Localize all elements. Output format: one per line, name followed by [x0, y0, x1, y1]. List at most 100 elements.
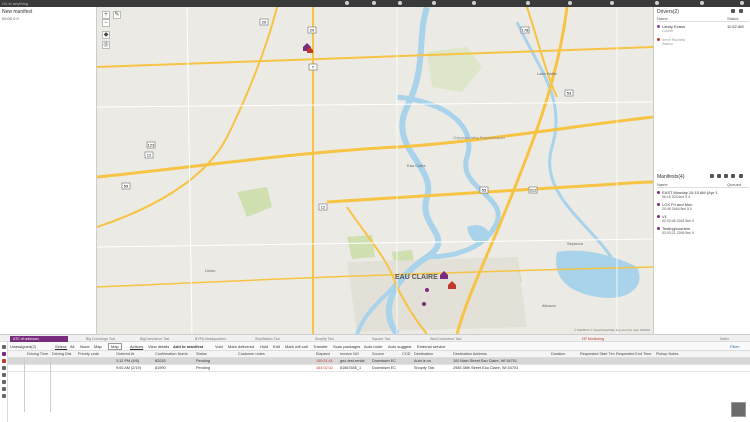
add-to-manifest-button[interactable]: Add to manifest	[173, 343, 203, 350]
manifest-route-icon[interactable]	[724, 174, 728, 178]
void-button[interactable]: Void	[215, 343, 223, 350]
filter-link[interactable]: Filter:	[730, 343, 740, 350]
table-row[interactable]: 2:12 PM (4/5) 82033 Pending 150:21:41 ge…	[0, 358, 750, 365]
col-priority-code[interactable]: Priority code	[78, 352, 99, 357]
new-manifest-panel: New manifest 00:00 0 0	[0, 7, 97, 334]
global-search-input[interactable]: Go to anything	[2, 1, 62, 6]
drivers-menu-icon[interactable]	[739, 9, 743, 13]
select-none-link[interactable]: None	[80, 343, 90, 350]
drivers-col-status: Status	[727, 16, 739, 21]
transfer-button[interactable]: Transfer	[313, 343, 328, 350]
road-shield: 53	[479, 186, 489, 194]
grid-icon[interactable]	[655, 1, 659, 5]
locate-icon[interactable]: ◎	[102, 41, 110, 49]
col-destination[interactable]: Destination	[414, 352, 433, 357]
col-source[interactable]: Source	[372, 352, 384, 357]
manifest-row[interactable]: EAST Monday 10:15 AM (Apr 1 06:16 203.6m…	[657, 190, 749, 199]
col-driving-time[interactable]: Driving Time	[27, 352, 48, 357]
svg-text:59: 59	[124, 184, 129, 189]
svg-text:123: 123	[148, 143, 155, 148]
alert-icon[interactable]	[2, 359, 6, 363]
view-details-button[interactable]: View details	[148, 343, 169, 350]
manifests-col-queued: Queued	[727, 182, 742, 187]
print-icon[interactable]	[2, 373, 6, 377]
expand-icon[interactable]	[610, 1, 614, 5]
mark-will-call-button[interactable]: Mark will call	[285, 343, 308, 350]
column-divider	[50, 358, 51, 412]
road-shield: 12	[318, 203, 328, 211]
user-icon[interactable]	[568, 1, 572, 5]
filter-icon[interactable]	[2, 352, 6, 356]
help-icon[interactable]	[398, 1, 402, 5]
driver-role: Station	[662, 42, 673, 46]
cell-confirmation: 81990	[155, 366, 166, 370]
external-service-button[interactable]: External service	[417, 343, 445, 350]
place-label: Union	[205, 268, 215, 273]
col-destination-address[interactable]: Destination Address	[453, 352, 487, 357]
bell-icon[interactable]	[345, 1, 349, 5]
add-order-icon[interactable]	[2, 345, 6, 349]
zoom-out-button[interactable]: −	[102, 19, 110, 27]
select-all-link[interactable]: All	[70, 343, 74, 350]
auto-route-button[interactable]: Auto route	[364, 343, 382, 350]
cell-ordered-at: 2:12 PM (4/5)	[116, 359, 140, 363]
apps-icon[interactable]	[432, 1, 436, 5]
draw-icon[interactable]: ✎	[113, 11, 121, 19]
settings-icon[interactable]	[472, 1, 476, 5]
export-icon[interactable]	[2, 380, 6, 384]
auto-suggest-button[interactable]: Auto suggest	[388, 343, 411, 350]
notifications-icon[interactable]	[526, 1, 530, 5]
manifest-row[interactable]: V1 02:03:45 2263.5mi 0	[657, 214, 749, 223]
route-map[interactable]: 29 178 123 53 53 12 12 59 312 T 29 Lake …	[97, 7, 653, 334]
cell-address: 100 Main Street Eau Claire, WI 54701	[453, 359, 517, 363]
manifest-add-icon[interactable]	[731, 174, 735, 178]
manifest-detail: 20:46 2464.5mi 5 0	[662, 207, 692, 211]
manifest-map-icon[interactable]	[717, 174, 721, 178]
place-label: Eau Claire	[407, 163, 426, 168]
clock-icon[interactable]	[2, 387, 6, 391]
col-pickup-notes[interactable]: Pickup Notes	[656, 352, 678, 357]
driver-row[interactable]: Landy Evans 11:52 AM Courier	[657, 24, 749, 33]
col-duration[interactable]: Duration	[551, 352, 565, 357]
table-row[interactable]: 9:00 AM (2/19) 81990 Pending 164:02:02 8…	[0, 365, 750, 372]
col-requested-end[interactable]: Requested End Time	[616, 352, 651, 357]
manifest-row[interactable]: LOX Fri and Mon 20:46 2464.5mi 5 0	[657, 202, 749, 211]
col-requested-start[interactable]: Requested Start Tim	[580, 352, 615, 357]
chat-icon[interactable]	[372, 1, 376, 5]
col-elapsed[interactable]: Elapsed	[316, 352, 330, 357]
cell-invoice: geo-test-rental	[340, 359, 365, 363]
map-toggle[interactable]: Map	[108, 343, 122, 350]
manifest-dot	[657, 215, 660, 219]
driver-row[interactable]: Kevin Racinels Station	[657, 37, 749, 46]
col-status[interactable]: Status	[196, 352, 207, 357]
road-shield: 29	[259, 18, 269, 26]
manifest-row[interactable]: Testing/couriers 02:03:21 2269.5mi 0	[657, 226, 749, 235]
drivers-col-name: Name	[657, 16, 668, 21]
refresh-icon[interactable]	[2, 366, 6, 370]
scan-packages-button[interactable]: Scan packages	[333, 343, 360, 350]
account-icon[interactable]	[740, 1, 744, 5]
edit-button[interactable]: Edit	[273, 343, 280, 350]
manifest-dot	[657, 191, 660, 195]
col-customer-notes[interactable]: Customer notes	[238, 352, 265, 357]
road-shield: 12	[144, 151, 154, 159]
map-canvas[interactable]: 29 178 123 53 53 12 12 59 312 T 29 Lake …	[97, 7, 653, 334]
col-confirmation[interactable]: Confirmation Numb	[155, 352, 188, 357]
mark-delivered-button[interactable]: Mark delivered	[228, 343, 254, 350]
col-driving-dist[interactable]: Driving Dist	[52, 352, 71, 357]
logout-icon[interactable]	[700, 1, 704, 5]
cell-source: Downtown EC	[372, 366, 397, 370]
select-map-link[interactable]: Map	[94, 343, 102, 350]
map-marker-cluster[interactable]	[303, 43, 313, 53]
col-ordered-at[interactable]: Ordered At	[116, 352, 134, 357]
hold-button[interactable]: Hold	[260, 343, 268, 350]
col-invoice-no[interactable]: Invoice NO	[340, 352, 359, 357]
road-shield: 29	[307, 26, 317, 34]
drivers-map-icon[interactable]	[731, 9, 735, 13]
manifest-print-icon[interactable]	[710, 174, 714, 178]
layers-icon[interactable]: ◆	[102, 31, 110, 39]
manifest-menu-icon[interactable]	[739, 174, 743, 178]
col-cod[interactable]: COD	[402, 352, 410, 357]
zoom-in-button[interactable]: +	[102, 11, 110, 19]
settings-small-icon[interactable]	[2, 394, 6, 398]
